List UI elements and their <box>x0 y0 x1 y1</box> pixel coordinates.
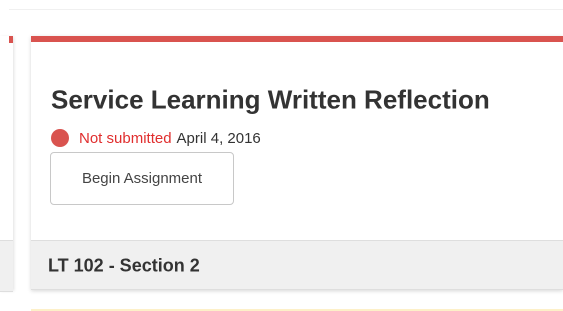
card-accent-bar <box>31 36 563 42</box>
assignment-title[interactable]: Service Learning Written Reflection <box>51 85 490 116</box>
status-label: Not submitted <box>79 129 172 147</box>
assignment-dashboard: Service Learning Written Reflection Not … <box>0 0 563 311</box>
begin-assignment-button[interactable]: Begin Assignment <box>50 152 234 205</box>
assignment-card[interactable]: Service Learning Written Reflection Not … <box>31 36 563 290</box>
course-section-label: LT 102 - Section 2 <box>48 255 200 276</box>
card-footer: LT 102 - Section 2 <box>31 240 563 290</box>
previous-assignment-card[interactable] <box>0 36 13 292</box>
previous-card-accent-bar <box>9 36 13 43</box>
status-indicator-icon <box>51 129 69 147</box>
top-divider <box>9 9 563 10</box>
due-date: April 4, 2016 <box>176 129 261 147</box>
previous-card-footer <box>0 240 13 292</box>
submission-status: Not submitted April 4, 2016 <box>51 127 261 149</box>
